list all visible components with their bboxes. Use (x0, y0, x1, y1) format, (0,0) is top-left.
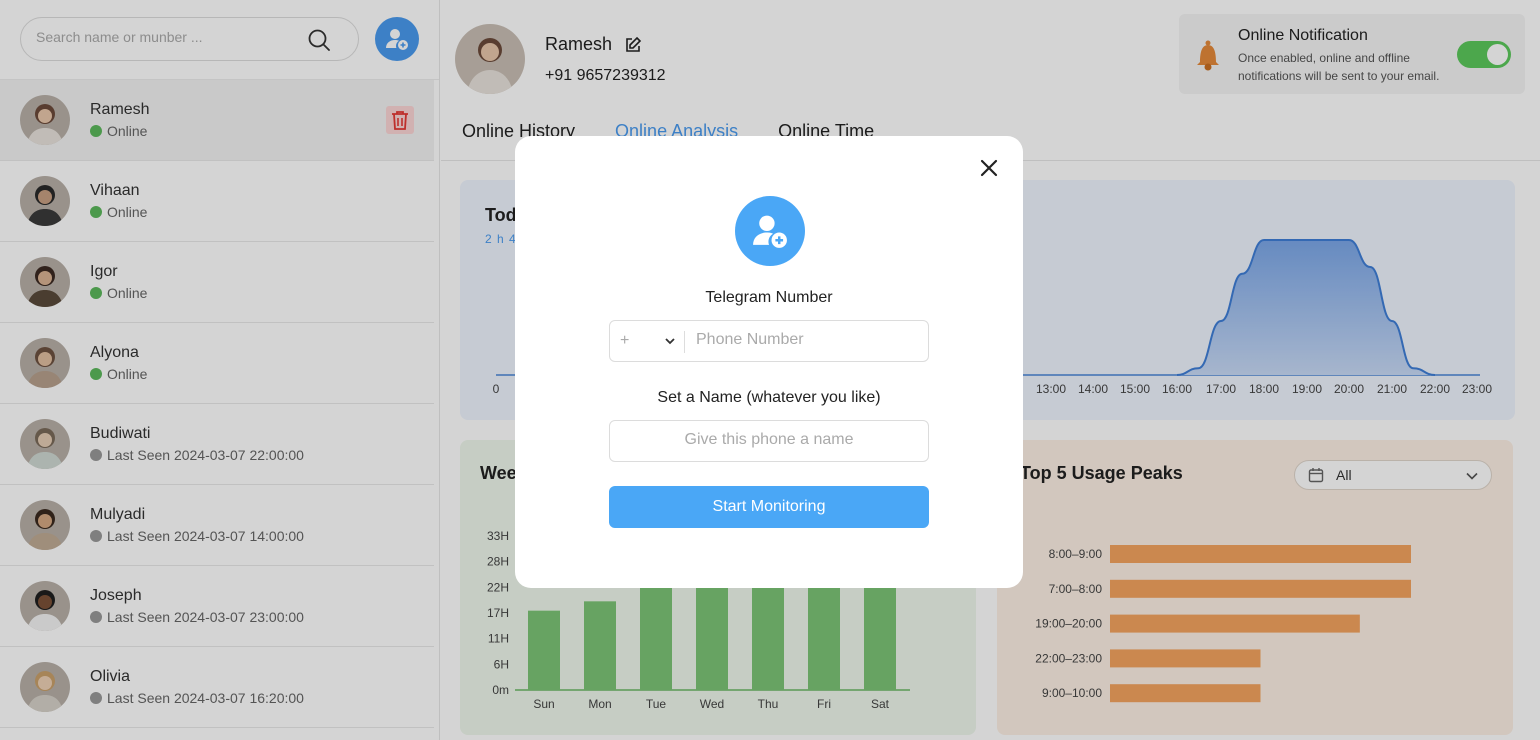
close-icon[interactable] (977, 156, 1001, 180)
chevron-down-icon (665, 338, 675, 345)
add-user-icon (735, 196, 805, 266)
name-input-group (609, 420, 929, 462)
country-code-select[interactable]: + (610, 321, 685, 361)
set-name-label: Set a Name (whatever you like) (657, 389, 881, 406)
telegram-number-label: Telegram Number (705, 289, 833, 306)
country-code-value: + (620, 332, 630, 349)
input-separator (684, 331, 685, 353)
add-number-modal: Telegram Number + Set a Name (whatever y… (515, 136, 1023, 588)
phone-number-input[interactable] (696, 331, 916, 349)
phone-name-input[interactable] (620, 431, 918, 449)
phone-input-group: + (609, 320, 929, 362)
start-monitoring-button[interactable]: Start Monitoring (609, 486, 929, 528)
